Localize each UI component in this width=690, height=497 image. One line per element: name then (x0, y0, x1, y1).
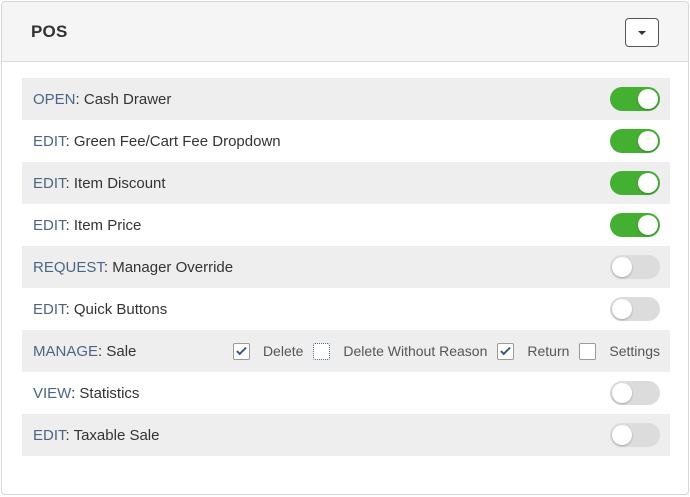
permission-key: EDIT (33, 300, 66, 318)
panel-title: POS (31, 22, 68, 41)
permission-row-edit-green-fee: EDIT: Green Fee/Cart Fee Dropdown (22, 120, 670, 162)
permission-key: MANAGE (33, 342, 99, 360)
toggle-knob (612, 299, 632, 319)
permission-row-open-cash-drawer: OPEN: Cash Drawer (22, 78, 670, 120)
toggle-request-manager-override[interactable] (610, 255, 660, 279)
checkmark-icon (500, 344, 512, 355)
permission-name: Taxable Sale (73, 426, 160, 444)
option-label: Return (527, 343, 570, 359)
checkbox-return[interactable] (497, 342, 515, 360)
checkmark-icon (236, 344, 247, 355)
toggle-edit-item-price[interactable] (610, 213, 660, 237)
permission-name: Manager Override (112, 258, 234, 276)
panel-dropdown-button[interactable] (625, 18, 659, 47)
permission-name: Green Fee/Cart Fee Dropdown (73, 132, 281, 150)
permission-list: OPEN: Cash Drawer EDIT: Green Fee/Cart F… (22, 78, 670, 456)
option-label: Delete Without Reason (343, 343, 488, 359)
toggle-knob (638, 215, 658, 235)
permission-name: Quick Buttons (73, 300, 168, 318)
checkbox-delete[interactable] (232, 342, 250, 360)
option-return[interactable]: Return (497, 342, 570, 360)
toggle-edit-green-fee[interactable] (610, 129, 660, 153)
permission-name: Item Discount (73, 174, 166, 192)
option-delete-without-reason[interactable]: Delete Without Reason (313, 342, 488, 360)
checkbox-delete-without-reason[interactable] (313, 342, 331, 360)
option-label: Settings (609, 343, 660, 359)
permission-name: Statistics (79, 384, 140, 402)
toggle-knob (638, 173, 658, 193)
permission-key: REQUEST (33, 258, 104, 276)
permission-row-edit-quick-buttons: EDIT: Quick Buttons (22, 288, 670, 330)
permission-row-edit-taxable-sale: EDIT: Taxable Sale (22, 414, 670, 456)
panel-header: POS (2, 2, 688, 62)
toggle-open-cash-drawer[interactable] (610, 87, 660, 111)
option-settings[interactable]: Settings (579, 342, 660, 360)
permission-key: EDIT (33, 426, 66, 444)
option-delete[interactable]: Delete (232, 342, 304, 360)
permission-row-view-statistics: VIEW: Statistics (22, 372, 670, 414)
permission-row-edit-item-discount: EDIT: Item Discount (22, 162, 670, 204)
manage-sale-options: Delete Delete Without Reason Return Sett… (232, 342, 660, 360)
permission-key: VIEW (33, 384, 72, 402)
toggle-knob (612, 425, 632, 445)
toggle-edit-taxable-sale[interactable] (610, 423, 660, 447)
caret-down-icon (638, 30, 646, 35)
permission-name: Cash Drawer (83, 90, 172, 108)
permission-name: Sale (106, 342, 137, 360)
permission-row-edit-item-price: EDIT: Item Price (22, 204, 670, 246)
toggle-knob (638, 89, 658, 109)
toggle-knob (612, 257, 632, 277)
option-label: Delete (262, 343, 304, 359)
toggle-edit-item-discount[interactable] (610, 171, 660, 195)
permission-row-manage-sale: MANAGE: Sale Delete Delete Without Reaso… (22, 330, 670, 372)
checkbox-settings[interactable] (579, 342, 597, 360)
permission-key: EDIT (33, 132, 66, 150)
pos-permissions-panel: POS OPEN: Cash Drawer EDIT: Green Fee/Ca… (1, 1, 689, 495)
toggle-knob (612, 383, 632, 403)
toggle-view-statistics[interactable] (610, 381, 660, 405)
permission-name: Item Price (73, 216, 142, 234)
permission-key: EDIT (33, 174, 66, 192)
permission-key: EDIT (33, 216, 66, 234)
toggle-knob (638, 131, 658, 151)
permission-key: OPEN (33, 90, 76, 108)
permission-row-request-manager-override: REQUEST: Manager Override (22, 246, 670, 288)
toggle-edit-quick-buttons[interactable] (610, 297, 660, 321)
